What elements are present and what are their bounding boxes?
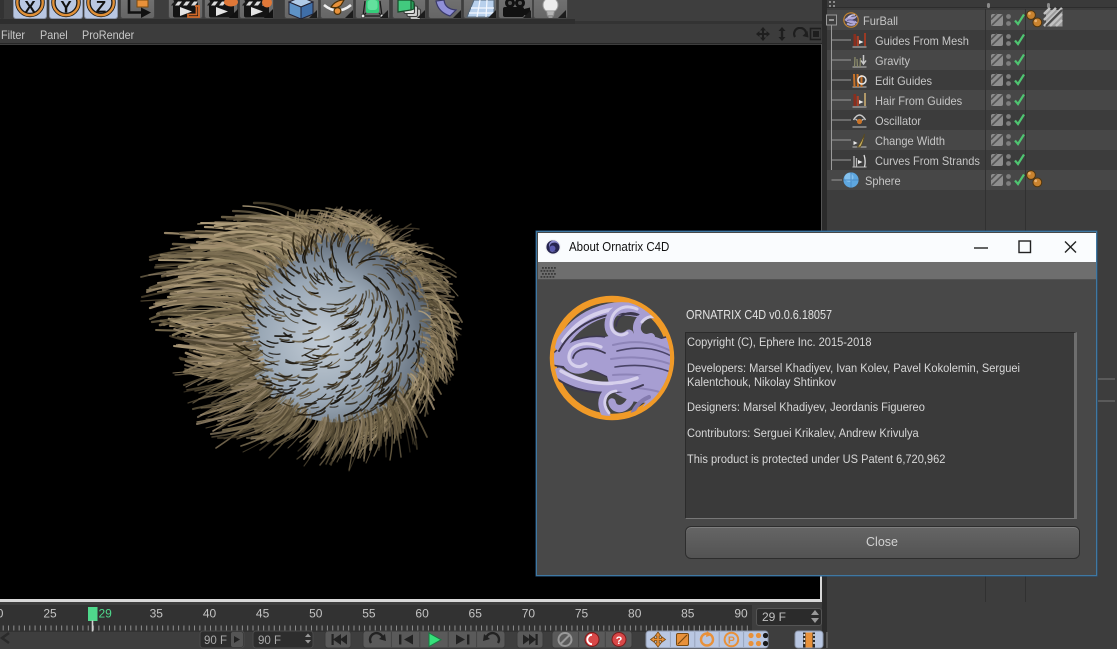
svg-text:25: 25 bbox=[43, 607, 57, 621]
svg-text:65: 65 bbox=[469, 607, 483, 621]
svg-text:?: ? bbox=[616, 635, 623, 647]
svg-text:80: 80 bbox=[628, 607, 642, 621]
svg-text:45: 45 bbox=[256, 607, 270, 621]
svg-text:35: 35 bbox=[150, 607, 164, 621]
svg-text:70: 70 bbox=[522, 607, 536, 621]
svg-text:50: 50 bbox=[309, 607, 323, 621]
svg-text:29: 29 bbox=[99, 607, 113, 621]
svg-text:90: 90 bbox=[734, 607, 748, 621]
svg-text:40: 40 bbox=[203, 607, 217, 621]
svg-text:55: 55 bbox=[362, 607, 376, 621]
svg-text:75: 75 bbox=[575, 607, 589, 621]
svg-text:P: P bbox=[728, 635, 735, 647]
svg-text:60: 60 bbox=[415, 607, 429, 621]
svg-text:20: 20 bbox=[0, 607, 4, 621]
svg-text:85: 85 bbox=[681, 607, 695, 621]
